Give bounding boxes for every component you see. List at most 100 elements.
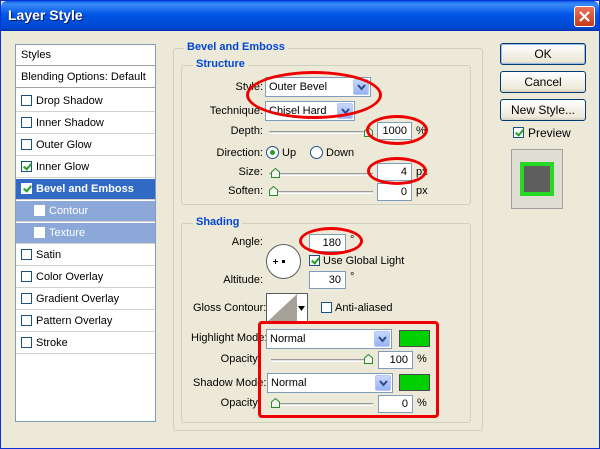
- altitude-input[interactable]: 30: [309, 271, 346, 289]
- gloss-contour-picker[interactable]: [266, 293, 308, 323]
- gloss-contour-label: Gloss Contour:: [193, 302, 267, 314]
- direction-down-radio[interactable]: [310, 146, 323, 159]
- depth-label: Depth:: [230, 125, 263, 137]
- texture-checkbox[interactable]: [34, 227, 45, 238]
- shadow-color-swatch[interactable]: [399, 374, 430, 391]
- technique-select-value: Chisel Hard: [269, 105, 327, 117]
- style-item-label: Inner Shadow: [36, 117, 104, 129]
- title-bar[interactable]: Layer Style: [1, 1, 599, 31]
- use-global-light-checkbox[interactable]: [309, 255, 320, 266]
- technique-select[interactable]: Chisel Hard: [265, 101, 355, 121]
- depth-input[interactable]: 1000: [377, 122, 412, 140]
- style-item-gradient-overlay[interactable]: Gradient Overlay: [16, 289, 155, 310]
- satin-checkbox[interactable]: [21, 249, 32, 260]
- angle-dial[interactable]: [266, 244, 301, 279]
- style-select[interactable]: Outer Bevel: [265, 77, 371, 97]
- new-style-button[interactable]: New Style...: [500, 99, 586, 121]
- gradient-overlay-checkbox[interactable]: [21, 293, 32, 304]
- depth-slider-thumb[interactable]: [364, 127, 373, 137]
- size-slider[interactable]: [269, 173, 373, 176]
- inner-glow-checkbox[interactable]: [21, 161, 32, 172]
- shadow-opacity-slider[interactable]: [271, 403, 373, 406]
- direction-up-radio[interactable]: [266, 146, 279, 159]
- soften-slider[interactable]: [269, 191, 373, 194]
- style-item-pattern-overlay[interactable]: Pattern Overlay: [16, 311, 155, 332]
- style-item-label: Texture: [49, 227, 86, 239]
- caret-down-icon[interactable]: [298, 306, 305, 311]
- shadow-opacity-unit: %: [417, 397, 427, 409]
- anti-aliased-checkbox[interactable]: [321, 302, 332, 313]
- anti-aliased-label: Anti-aliased: [335, 302, 393, 314]
- style-item-label: Stroke: [36, 337, 68, 349]
- highlight-color-swatch[interactable]: [399, 330, 430, 347]
- style-preview: [511, 149, 563, 209]
- style-item-outer-glow[interactable]: Outer Glow: [16, 135, 155, 156]
- depth-slider[interactable]: [269, 131, 373, 134]
- crosshair-icon: [273, 259, 285, 264]
- color-overlay-checkbox[interactable]: [21, 271, 32, 282]
- close-icon: [579, 11, 590, 22]
- size-label: Size:: [238, 166, 263, 178]
- style-item-label: Gradient Overlay: [36, 293, 120, 305]
- highlight-mode-value: Normal: [270, 333, 306, 345]
- highlight-opacity-slider[interactable]: [271, 359, 373, 362]
- angle-label: Angle:: [231, 236, 263, 248]
- style-item-inner-glow[interactable]: Inner Glow: [16, 157, 155, 178]
- style-item-satin[interactable]: Satin: [16, 245, 155, 266]
- dropdown-button[interactable]: [375, 375, 391, 391]
- size-slider-thumb[interactable]: [270, 168, 280, 178]
- outer-glow-checkbox[interactable]: [21, 139, 32, 150]
- bevel-and-emboss-checkbox[interactable]: [21, 183, 32, 194]
- dropdown-button[interactable]: [337, 103, 353, 119]
- styles-header[interactable]: Styles: [16, 45, 155, 66]
- preview-swatch: [520, 162, 554, 196]
- dropdown-button[interactable]: [353, 79, 369, 95]
- shadow-opacity-input[interactable]: 0: [378, 395, 413, 413]
- style-item-label: Color Overlay: [36, 271, 104, 283]
- style-item-label: Inner Glow: [36, 161, 90, 173]
- highlight-mode-label: Highlight Mode:: [191, 332, 268, 344]
- preview-label: Preview: [528, 126, 571, 140]
- style-item-stroke[interactable]: Stroke: [16, 333, 155, 354]
- stroke-checkbox[interactable]: [21, 337, 32, 348]
- styles-list: Styles Blending Options: Default Drop Sh…: [15, 44, 156, 422]
- size-input[interactable]: 4: [377, 163, 412, 181]
- style-item-color-overlay[interactable]: Color Overlay: [16, 267, 155, 288]
- chevron-down-icon: [378, 336, 387, 343]
- contour-curve-icon: [267, 294, 297, 322]
- cancel-button[interactable]: Cancel: [500, 71, 586, 93]
- ok-button[interactable]: OK: [500, 43, 586, 65]
- style-item-label: Outer Glow: [36, 139, 92, 151]
- pattern-overlay-checkbox[interactable]: [21, 315, 32, 326]
- style-item-inner-shadow[interactable]: Inner Shadow: [16, 113, 155, 134]
- use-global-light-label: Use Global Light: [323, 255, 405, 267]
- style-item-bevel-and-emboss[interactable]: Bevel and Emboss: [16, 179, 155, 200]
- chevron-down-icon: [357, 84, 366, 91]
- style-item-texture[interactable]: Texture: [16, 223, 155, 244]
- highlight-opacity-input[interactable]: 100: [378, 351, 413, 369]
- style-select-value: Outer Bevel: [269, 81, 328, 93]
- inner-shadow-checkbox[interactable]: [21, 117, 32, 128]
- shadow-mode-label: Shadow Mode:: [193, 377, 267, 389]
- technique-label: Technique:: [209, 105, 263, 117]
- shadow-opacity-slider-thumb[interactable]: [271, 398, 280, 408]
- shadow-mode-select[interactable]: Normal: [267, 373, 393, 393]
- angle-input[interactable]: 180: [309, 234, 346, 252]
- style-item-contour[interactable]: Contour: [16, 201, 155, 222]
- direction-label: Direction:: [216, 147, 263, 159]
- preview-checkbox[interactable]: [513, 127, 524, 138]
- close-button[interactable]: [574, 6, 595, 27]
- highlight-opacity-slider-thumb[interactable]: [364, 354, 373, 364]
- soften-input[interactable]: 0: [377, 183, 412, 201]
- angle-unit: °: [350, 234, 355, 246]
- soften-unit: px: [416, 185, 428, 197]
- shadow-opacity-label: Opacity:: [220, 397, 261, 409]
- layer-style-dialog: Layer Style Styles Blending Options: Def…: [0, 0, 600, 449]
- dropdown-button[interactable]: [374, 331, 390, 347]
- contour-checkbox[interactable]: [34, 205, 45, 216]
- highlight-mode-select[interactable]: Normal: [266, 329, 392, 349]
- drop-shadow-checkbox[interactable]: [21, 95, 32, 106]
- soften-slider-thumb[interactable]: [269, 186, 278, 196]
- blending-options-item[interactable]: Blending Options: Default: [16, 67, 155, 88]
- style-item-drop-shadow[interactable]: Drop Shadow: [16, 91, 155, 112]
